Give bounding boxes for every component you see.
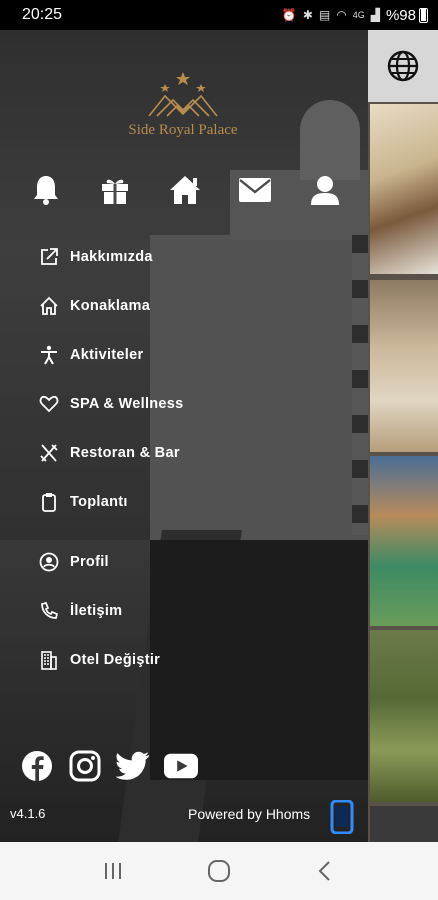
menu-item-label: SPA & Wellness	[70, 396, 184, 412]
battery-level: %98	[385, 6, 416, 24]
menu-item-label: Otel Değiştir	[70, 652, 161, 668]
recent-apps-button[interactable]	[93, 851, 133, 891]
status-bar: 20:25 ⏰ ✱ ▤ ◠ 4G ▟ %98	[0, 0, 438, 30]
back-button[interactable]	[305, 851, 345, 891]
recent-apps-icon	[105, 863, 121, 879]
menu-item-label: Toplantı	[70, 494, 128, 510]
system-navigation-bar	[0, 842, 438, 900]
menu-item-spa[interactable]: SPA & Wellness	[38, 389, 298, 419]
navigation-drawer: Side Royal Palace Hakkımızda Konaklama A…	[0, 30, 368, 842]
envelope-icon	[239, 178, 271, 202]
mobile-device-icon	[330, 800, 354, 834]
menu-item-meeting[interactable]: Toplantı	[38, 487, 298, 517]
battery-indicator: %98	[386, 7, 428, 24]
youtube-button[interactable]	[164, 749, 198, 783]
facebook-button[interactable]	[20, 749, 54, 783]
menu-item-label: Konaklama	[70, 298, 151, 314]
home-button[interactable]	[165, 170, 205, 210]
language-button[interactable]	[368, 30, 438, 102]
room-photo[interactable]	[370, 104, 438, 274]
twitter-button[interactable]	[116, 749, 150, 783]
user-circle-icon	[38, 551, 60, 573]
home-outline-icon	[38, 295, 60, 317]
offers-button[interactable]	[95, 170, 135, 210]
social-links	[20, 749, 198, 783]
status-icons: ⏰ ✱ ▤ ◠ 4G ▟ %98	[282, 7, 428, 24]
app-version: v4.1.6	[10, 806, 46, 821]
gift-icon	[102, 179, 128, 204]
battery-icon	[419, 7, 428, 23]
crown-logo-icon	[148, 72, 218, 117]
menu-item-restaurant[interactable]: Restoran & Bar	[38, 438, 298, 468]
drawer-overlay	[0, 30, 368, 842]
external-link-icon	[38, 246, 60, 268]
garden-photo[interactable]	[370, 630, 438, 802]
menu-item-profile[interactable]: Profil	[38, 547, 298, 577]
signal-icon: ▟	[370, 8, 380, 22]
person-activity-icon	[38, 344, 60, 366]
menu-item-label: Hakkımızda	[70, 249, 153, 265]
network-label: 4G	[352, 10, 365, 20]
user-icon	[311, 176, 339, 205]
powered-by-link[interactable]: Powered by Hhoms	[188, 806, 310, 822]
phone-icon	[38, 600, 60, 622]
instagram-icon	[69, 750, 101, 782]
menu-item-label: Restoran & Bar	[70, 445, 180, 461]
menu-item-activities[interactable]: Aktiviteler	[38, 340, 298, 370]
clipboard-icon	[38, 491, 60, 513]
account-button[interactable]	[305, 170, 345, 210]
menu-item-about[interactable]: Hakkımızda	[38, 242, 298, 272]
facebook-icon	[22, 751, 52, 781]
instagram-button[interactable]	[68, 749, 102, 783]
status-time: 20:25	[22, 6, 63, 23]
bell-icon	[34, 176, 58, 205]
youtube-icon	[164, 753, 198, 779]
globe-icon	[387, 50, 419, 82]
volte-icon: ▤	[318, 8, 331, 22]
home-nav-button[interactable]	[199, 851, 239, 891]
lobby-photo[interactable]	[370, 280, 438, 452]
photo-partial	[370, 806, 438, 842]
building-icon	[38, 649, 60, 671]
wifi-icon: ◠	[336, 8, 347, 22]
menu-item-change-hotel[interactable]: Otel Değiştir	[38, 645, 298, 675]
menu-item-contact[interactable]: İletişim	[38, 596, 298, 626]
menu-item-label: Profil	[70, 554, 109, 570]
hotel-logo: Side Royal Palace	[108, 70, 258, 139]
notifications-button[interactable]	[26, 170, 66, 210]
messages-button[interactable]	[235, 170, 275, 210]
utensils-icon	[38, 442, 60, 464]
home-circle-icon	[208, 860, 230, 882]
back-chevron-icon	[318, 861, 330, 881]
alarm-icon: ⏰	[281, 8, 297, 22]
menu-item-label: Aktiviteler	[70, 347, 144, 363]
menu-item-accommodation[interactable]: Konaklama	[38, 291, 298, 321]
hotel-name: Side Royal Palace	[128, 122, 238, 138]
quick-actions	[0, 170, 368, 210]
menu-item-label: İletişim	[70, 603, 123, 619]
heart-outline-icon	[38, 393, 60, 415]
pool-photo[interactable]	[370, 456, 438, 626]
twitter-icon	[116, 751, 149, 780]
home-icon	[170, 176, 200, 204]
bluetooth-icon: ✱	[302, 8, 313, 22]
